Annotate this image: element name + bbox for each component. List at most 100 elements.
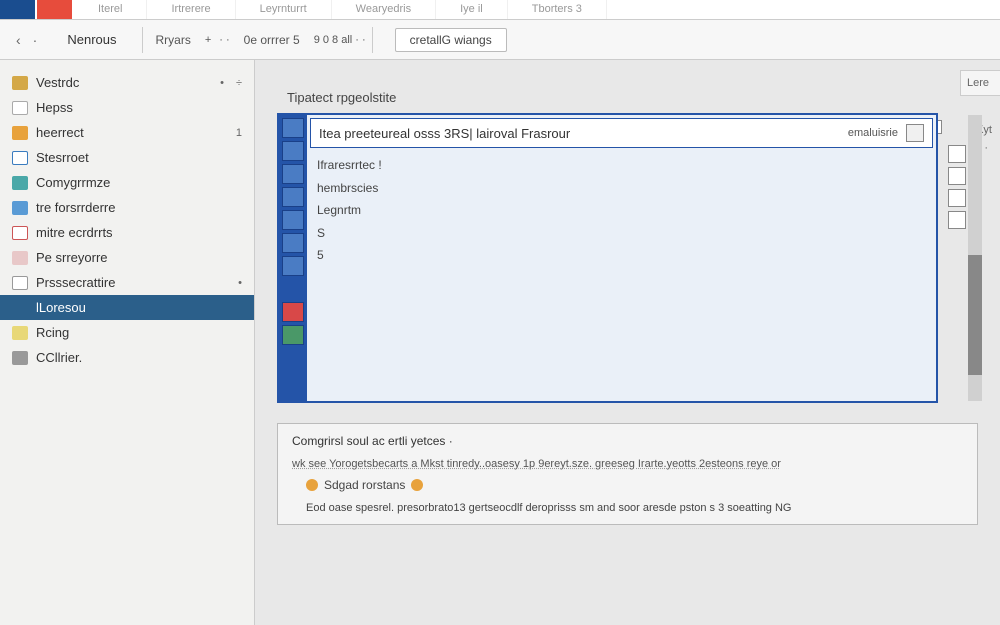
side-button[interactable] <box>948 145 966 163</box>
tool-icon[interactable] <box>282 141 304 161</box>
editor-line: hembrscies <box>317 178 926 201</box>
right-panel-label: Lere <box>965 75 996 91</box>
top-tab[interactable]: Wearyedris <box>332 0 436 19</box>
side-button[interactable] <box>948 211 966 229</box>
editor-icon-column <box>279 115 307 401</box>
sidebar-item-label: Pe srreyorre <box>36 250 108 265</box>
alert-icon <box>12 226 28 240</box>
page-icon <box>12 201 28 215</box>
console-line: wk see Yorogetsbecarts a Mkst tinredy..o… <box>292 456 963 472</box>
editor-panel: Itea preeteureal osss 3RS| lairoval Fras… <box>277 113 938 403</box>
side-button[interactable] <box>948 189 966 207</box>
sidebar-item-label: Comygrrmze <box>36 175 110 190</box>
sidebar-item-label: Rcing <box>36 325 69 340</box>
editor-body[interactable]: Ifraresrrtec ! hembrscies Legnrtm S 5 <box>307 151 936 401</box>
tool-icon[interactable] <box>282 164 304 184</box>
tool-icon-go[interactable] <box>282 325 304 345</box>
console-message: Eod oase spesrel. presorbrato13 gertseoc… <box>292 498 963 514</box>
tool-icon[interactable] <box>282 256 304 276</box>
console-status-row: Sdgad rorstans <box>292 472 963 498</box>
content-area: Lere Kyt · Tipatect rpgeolstite Itea pre… <box>255 60 1000 625</box>
sidebar-item[interactable]: Prsssecrattire • <box>0 270 254 295</box>
tag-icon <box>12 126 28 140</box>
sidebar-item[interactable]: Hepss <box>0 95 254 120</box>
sidebar-item[interactable]: Stesrroet <box>0 145 254 170</box>
right-side-mark: · <box>984 142 988 154</box>
tool-icon[interactable] <box>282 210 304 230</box>
sidebar-item-label: Stesrroet <box>36 150 89 165</box>
sidebar-item[interactable]: Vestrdc • ÷ <box>0 70 254 95</box>
top-tab[interactable]: Iye il <box>436 0 508 19</box>
scrollbar-thumb[interactable] <box>968 255 982 375</box>
top-tab[interactable]: Iterel <box>74 0 147 19</box>
editor-header-text: Itea preeteureal osss 3RS| lairoval Fras… <box>319 126 570 141</box>
tool-icon[interactable] <box>282 233 304 253</box>
sidebar-badge: • <box>220 77 224 89</box>
sidebar-item[interactable]: tre forsrrderre <box>0 195 254 220</box>
console-panel: Comgrirsl soul ac ertli yetces · wk see … <box>277 423 978 525</box>
sidebar-item[interactable]: heerrect 1 <box>0 120 254 145</box>
top-tab-strip: Iterel Irtrerere Leyrnturrt Wearyedris I… <box>0 0 1000 20</box>
nav-back-icon[interactable]: ‹ <box>10 32 27 48</box>
editor-line: S <box>317 223 926 246</box>
side-button[interactable] <box>948 167 966 185</box>
menu-main[interactable]: Nenrous <box>43 26 140 53</box>
top-tab[interactable]: Tborters 3 <box>508 0 607 19</box>
editor-line: Legnrtm <box>317 200 926 223</box>
blank-icon <box>12 301 28 315</box>
status-dot-icon <box>411 479 423 491</box>
folder-icon <box>12 76 28 90</box>
sidebar-item-label: tre forsrrderre <box>36 200 115 215</box>
sidebar-item-label: Prsssecrattire <box>36 275 115 290</box>
note-icon <box>12 251 28 265</box>
menu-center[interactable]: 0e orrrer 5 <box>234 27 310 53</box>
status-dot-icon <box>306 479 318 491</box>
menu-separator <box>142 27 143 53</box>
tool-icon[interactable] <box>282 118 304 138</box>
editor-line: 5 <box>317 245 926 268</box>
sidebar-item[interactable]: Pe srreyorre <box>0 245 254 270</box>
sidebar-item[interactable]: mitre ecrdrrts <box>0 220 254 245</box>
sidebar-item-label: Hepss <box>36 100 73 115</box>
sidebar-badge: ÷ <box>236 77 242 89</box>
top-tab[interactable]: Leyrnturrt <box>236 0 332 19</box>
sidebar-item-label: lLoresou <box>36 300 86 315</box>
sidebar-item-label: Vestrdc <box>36 75 79 90</box>
editor-header-button[interactable] <box>906 124 924 142</box>
sidebar-badge: 1 <box>236 127 242 139</box>
module-icon <box>12 176 28 190</box>
panel-title: Tipatect rpgeolstite <box>267 72 988 113</box>
sidebar-badge: • <box>238 277 242 289</box>
editor-side-buttons <box>948 145 966 229</box>
menu-item2[interactable]: Rryars <box>145 27 200 53</box>
tool-icon[interactable] <box>282 187 304 207</box>
console-status-text: Sdgad rorstans <box>324 478 405 492</box>
app-tab-red[interactable] <box>37 0 72 19</box>
top-tab[interactable]: Irtrerere <box>147 0 235 19</box>
editor-header-row: Itea preeteureal osss 3RS| lairoval Fras… <box>310 118 933 148</box>
sidebar: Vestrdc • ÷ Hepss heerrect 1 Stesrroet C… <box>0 60 255 625</box>
star-icon <box>12 326 28 340</box>
menu-box-button[interactable]: cretallG wiangs <box>395 28 507 52</box>
sidebar-item[interactable]: Rcing <box>0 320 254 345</box>
sidebar-item[interactable]: Comygrrmze <box>0 170 254 195</box>
sidebar-item-selected[interactable]: lLoresou <box>0 295 254 320</box>
nav-fwd-icon[interactable]: · <box>27 32 44 48</box>
clip-icon <box>12 276 28 290</box>
tool-spacer <box>282 279 304 299</box>
right-mini-panel: Lere <box>960 70 1000 96</box>
console-title: Comgrirsl soul ac ertli yetces · <box>292 434 963 448</box>
menu-dots[interactable]: · · <box>215 28 233 52</box>
menu-separator <box>372 27 373 53</box>
sidebar-item-label: heerrect <box>36 125 84 140</box>
menu-plus[interactable]: + <box>201 28 215 52</box>
box-icon <box>12 151 28 165</box>
sidebar-item[interactable]: CCllrier. <box>0 345 254 370</box>
tool-icon-stop[interactable] <box>282 302 304 322</box>
document-icon <box>12 101 28 115</box>
editor-header-flag: emaluisrie <box>848 127 904 139</box>
menu-bar: ‹ · Nenrous Rryars + · · 0e orrrer 5 9 0… <box>0 20 1000 60</box>
app-tab-blue[interactable] <box>0 0 35 19</box>
menu-symbols[interactable]: 9 0 8 all · · <box>310 28 370 52</box>
config-icon <box>12 351 28 365</box>
